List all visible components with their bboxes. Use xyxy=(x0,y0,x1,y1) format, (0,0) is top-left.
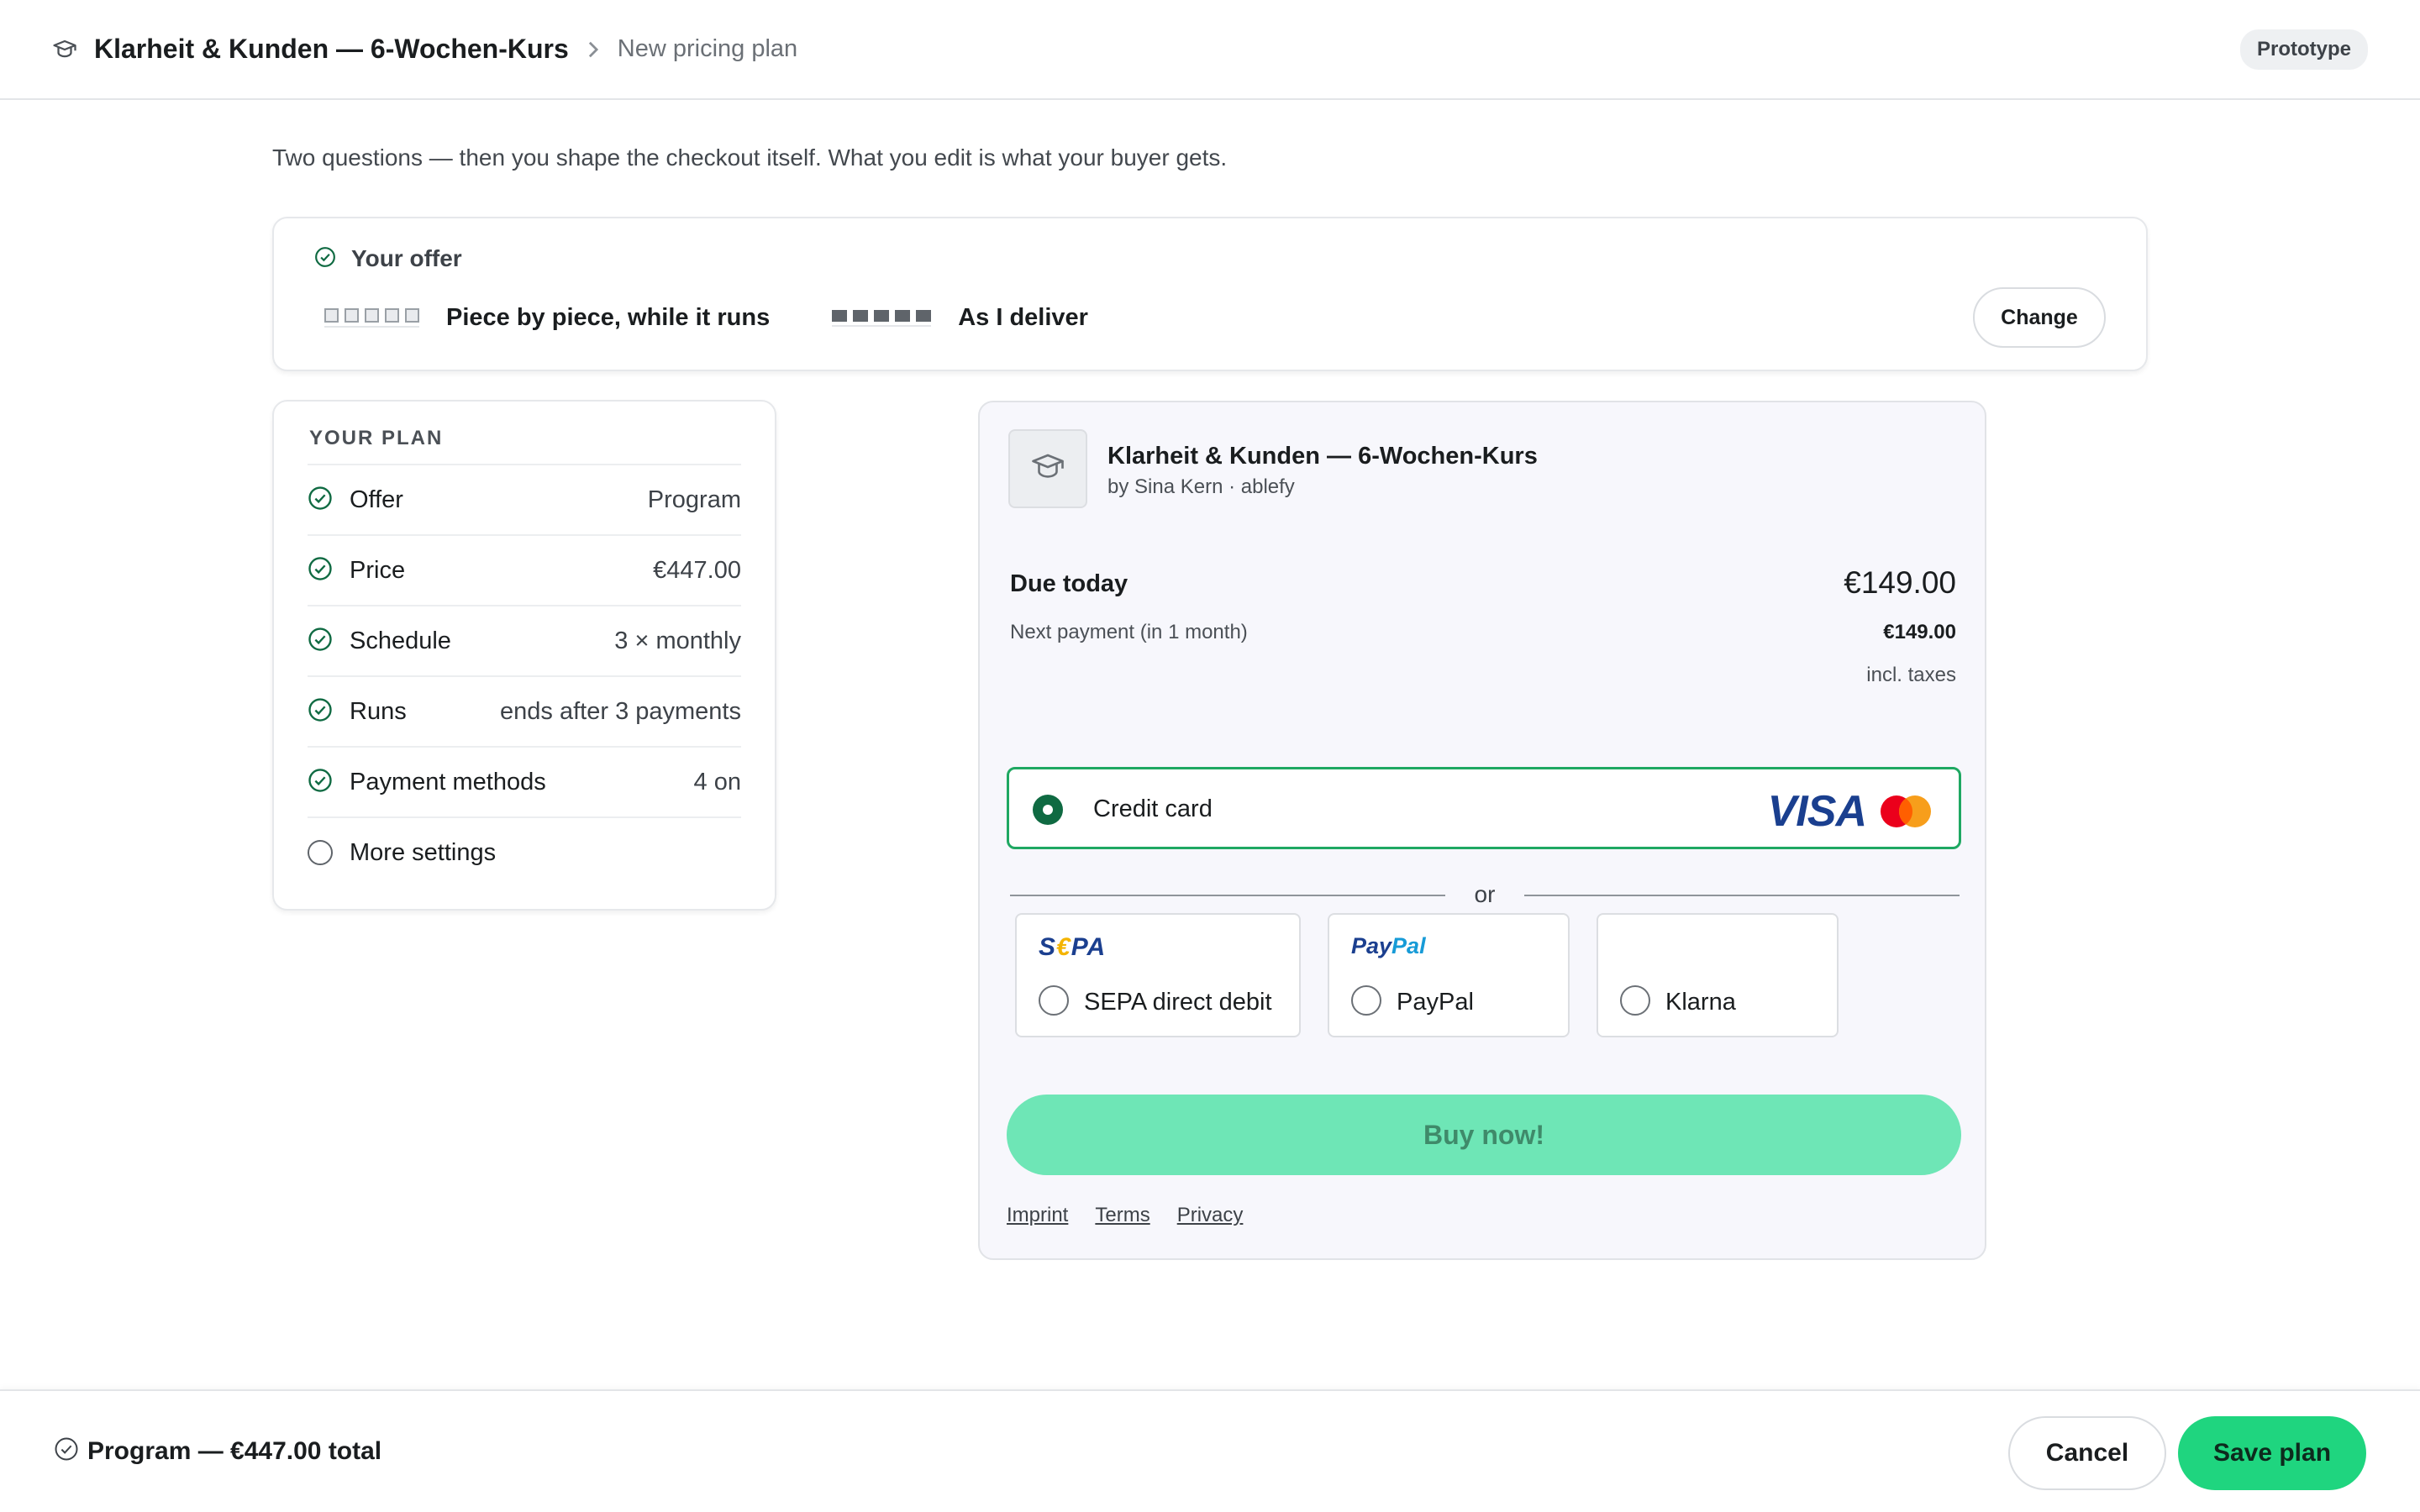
plan-caption: YOUR PLAN xyxy=(309,427,444,449)
top-bar: Klarheit & Kunden — 6-Wochen-Kurs New pr… xyxy=(0,0,2420,100)
page-title: Klarheit & Kunden — 6-Wochen-Kurs xyxy=(94,34,569,64)
plan-summary-card: YOUR PLAN Offer Program Price €447.00 Sc… xyxy=(272,400,776,911)
offer-label: Your offer xyxy=(351,245,462,271)
product-thumbnail xyxy=(1008,429,1087,508)
plan-row-value: ends after 3 payments xyxy=(500,697,741,725)
change-offer-button[interactable]: Change xyxy=(1973,287,2106,348)
plan-row-schedule[interactable]: Schedule 3 × monthly xyxy=(308,605,741,675)
privacy-link[interactable]: Privacy xyxy=(1177,1204,1244,1227)
plan-row-runs[interactable]: Runs ends after 3 payments xyxy=(308,675,741,746)
plan-row-value: €447.00 xyxy=(653,556,741,584)
plan-row-key: Schedule xyxy=(350,627,451,654)
plan-row-value: 3 × monthly xyxy=(614,627,741,654)
total-summary-text: Program — €447.00 total xyxy=(87,1436,382,1465)
plan-row-value: Program xyxy=(647,486,741,513)
graduation-cap-icon xyxy=(52,36,79,63)
radio-empty-icon[interactable] xyxy=(1039,985,1069,1016)
save-plan-button[interactable]: Save plan xyxy=(2178,1416,2366,1490)
plan-row-key: Runs xyxy=(350,697,407,725)
buy-now-button[interactable]: Buy now! xyxy=(1007,1095,1961,1175)
visa-logo: VISA xyxy=(1767,787,1867,836)
plan-row-price[interactable]: Price €447.00 xyxy=(308,534,741,605)
due-today-label: Due today xyxy=(1010,570,1128,597)
check-circle-icon xyxy=(308,697,333,727)
plan-row-key: Price xyxy=(350,556,406,584)
or-divider: or xyxy=(1010,878,1960,911)
offer-option-delivery: As I deliver xyxy=(958,304,1088,331)
bottom-bar: Program — €447.00 total Cancel Save plan xyxy=(0,1389,2420,1512)
klarna-option[interactable]: Klarna xyxy=(1597,913,1839,1037)
sepa-option[interactable]: S€PA SEPA direct debit xyxy=(1015,913,1301,1037)
plan-row-value: 4 on xyxy=(693,768,741,795)
offer-card: Your offer Piece by piece, while it runs… xyxy=(272,217,2148,371)
terms-link[interactable]: Terms xyxy=(1095,1204,1150,1227)
sepa-label: SEPA direct debit xyxy=(1084,989,1272,1016)
tax-note: incl. taxes xyxy=(1866,664,1956,686)
delivery-pattern-icon xyxy=(832,309,932,327)
cancel-button[interactable]: Cancel xyxy=(2008,1416,2166,1490)
installments-pattern-icon xyxy=(324,308,419,328)
next-payment-amount: €149.00 xyxy=(1883,621,1956,643)
next-payment-label: Next payment (in 1 month) xyxy=(1010,621,1248,643)
radio-empty-icon[interactable] xyxy=(1351,985,1381,1016)
plan-row-key: More settings xyxy=(350,838,497,866)
radio-empty-icon[interactable] xyxy=(1620,985,1650,1016)
paypal-logo: PayPal xyxy=(1351,933,1426,958)
legal-links: Imprint Terms Privacy xyxy=(1007,1204,1243,1227)
credit-card-label: Credit card xyxy=(1093,795,1213,822)
checkout-preview: Klarheit & Kunden — 6-Wochen-Kurs by Sin… xyxy=(978,401,1986,1260)
empty-circle-icon xyxy=(308,840,333,865)
check-circle-icon xyxy=(308,556,333,585)
imprint-link[interactable]: Imprint xyxy=(1007,1204,1068,1227)
check-circle-icon xyxy=(54,1436,79,1466)
intro-text: Two questions — then you shape the check… xyxy=(272,144,1228,171)
credit-card-option[interactable]: Credit card VISA xyxy=(1007,767,1961,849)
graduation-cap-icon xyxy=(1030,449,1065,489)
paypal-label: PayPal xyxy=(1397,989,1474,1016)
plan-row-more-settings[interactable]: More settings xyxy=(308,816,741,887)
check-circle-icon xyxy=(308,627,333,656)
plan-total-summary: Program — €447.00 total xyxy=(54,1436,381,1466)
sepa-logo: S€PA xyxy=(1039,933,1107,961)
radio-selected-icon[interactable] xyxy=(1033,795,1063,825)
status-badge: Prototype xyxy=(2239,29,2368,70)
product-name: Klarheit & Kunden — 6-Wochen-Kurs xyxy=(1107,443,1538,470)
product-author: by Sina Kern · ablefy xyxy=(1107,475,1295,498)
offer-header: Your offer xyxy=(314,245,462,272)
check-circle-icon xyxy=(314,246,336,272)
plan-row-payment-methods[interactable]: Payment methods 4 on xyxy=(308,746,741,816)
check-circle-icon xyxy=(308,486,333,515)
plan-row-key: Payment methods xyxy=(350,768,546,795)
plan-row-key: Offer xyxy=(350,486,403,513)
mastercard-icon xyxy=(1878,795,1933,828)
due-today-amount: €149.00 xyxy=(1844,565,1956,600)
offer-summary-row: Piece by piece, while it runs As I deliv… xyxy=(324,304,1088,332)
offer-option-payment: Piece by piece, while it runs xyxy=(446,304,771,331)
chevron-right-icon xyxy=(586,40,601,59)
klarna-label: Klarna xyxy=(1665,989,1736,1016)
plan-row-offer[interactable]: Offer Program xyxy=(308,464,741,534)
breadcrumb: New pricing plan xyxy=(617,35,798,62)
check-circle-icon xyxy=(308,768,333,797)
paypal-option[interactable]: PayPal PayPal xyxy=(1328,913,1570,1037)
